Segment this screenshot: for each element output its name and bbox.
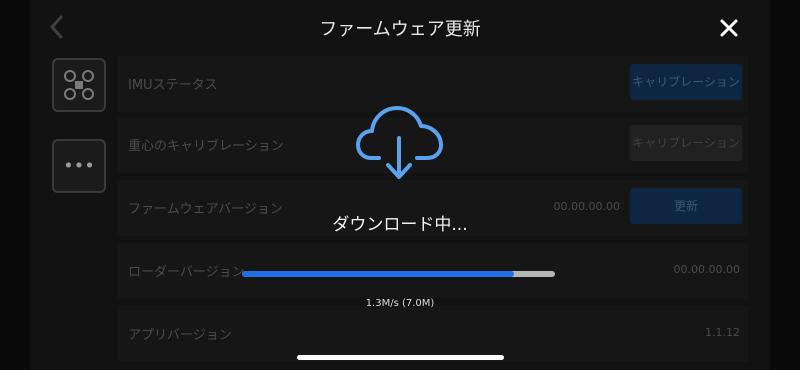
cloud-download-icon	[356, 106, 443, 179]
download-status: ダウンロード中...	[332, 215, 468, 235]
download-speed: 1.3M/s (7.0M)	[365, 298, 435, 309]
download-overlay: ダウンロード中... 1.3M/s (7.0M)	[0, 0, 800, 370]
download-progress-fill	[242, 271, 515, 277]
home-indicator[interactable]	[297, 355, 504, 360]
download-progress-bar	[242, 271, 555, 277]
